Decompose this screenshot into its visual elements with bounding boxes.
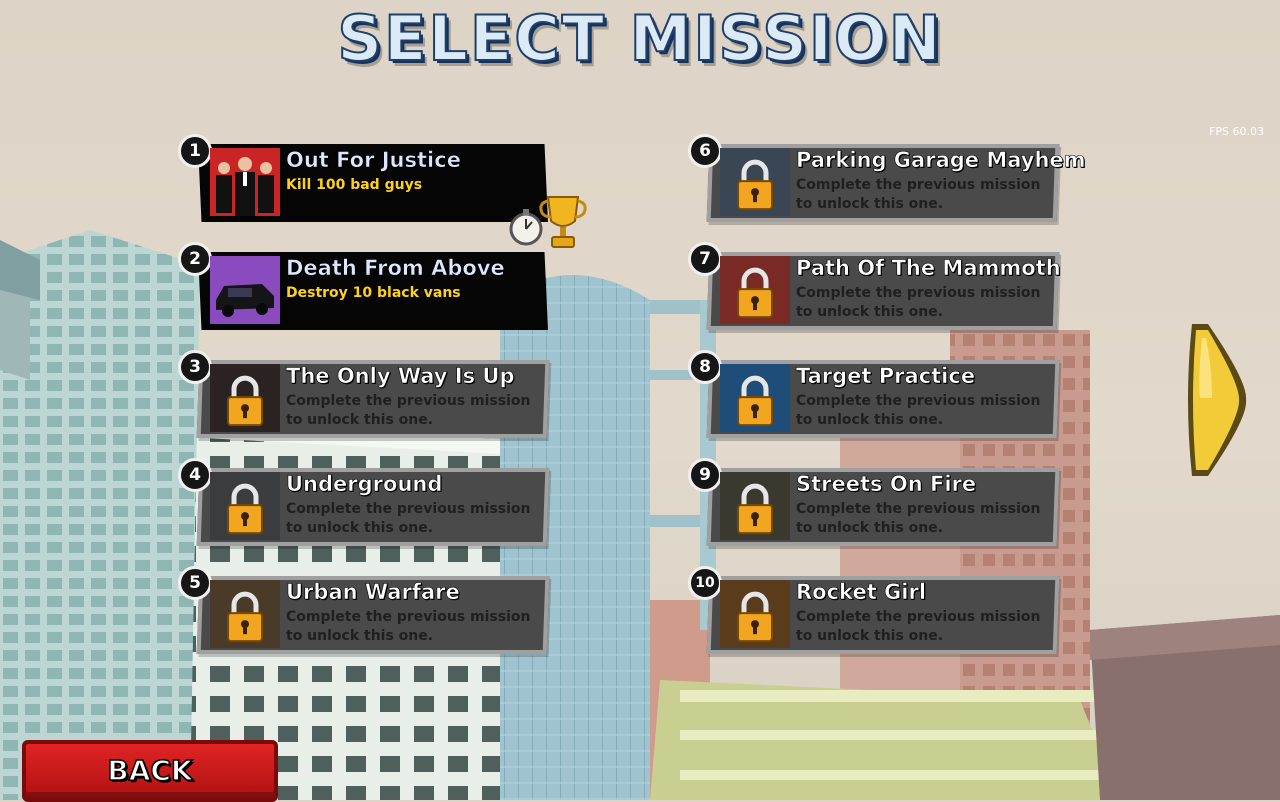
mission-title: Underground — [286, 472, 443, 497]
mission-description: Complete the previous mission to unlock … — [796, 609, 1041, 644]
mission-title: Target Practice — [796, 364, 976, 389]
mission-number-badge: 5 — [178, 566, 212, 600]
mission-thumbnail — [720, 148, 790, 216]
mission-card-2[interactable]: 2 Death From Above Destroy 10 black vans — [178, 242, 568, 332]
mission-description: Complete the previous mission to unlock … — [796, 285, 1041, 320]
mission-thumbnail — [720, 256, 790, 324]
mission-thumbnail — [720, 472, 790, 540]
mission-description: Complete the previous mission to unlock … — [286, 501, 531, 536]
mission-number-badge: 6 — [688, 134, 722, 168]
mission-description: Complete the previous mission to unlock … — [796, 177, 1041, 212]
lock-icon — [737, 591, 773, 643]
mission-card-6[interactable]: 6 Parking Garage Mayhem Complete the pre… — [688, 134, 1086, 224]
mission-thumbnail — [210, 364, 280, 432]
mission-description: Complete the previous mission to unlock … — [796, 501, 1041, 536]
mission-thumbnail — [720, 364, 790, 432]
mission-title: Death From Above — [286, 256, 505, 281]
mission-thumbnail — [210, 256, 280, 324]
mission-title: Rocket Girl — [796, 580, 927, 605]
mission-number-badge: 3 — [178, 350, 212, 384]
mission-thumbnail — [210, 148, 280, 216]
mission-card-7[interactable]: 7 Path Of The Mammoth Complete the previ… — [688, 242, 1078, 332]
next-page-button[interactable] — [1182, 318, 1250, 482]
mission-description: Complete the previous mission to unlock … — [286, 393, 531, 428]
mission-title: Path Of The Mammoth — [796, 256, 1061, 281]
lock-icon — [227, 375, 263, 427]
mission-title: Out For Justice — [286, 148, 462, 173]
mission-title: Parking Garage Mayhem — [796, 148, 1086, 173]
back-button[interactable]: BACK — [22, 740, 278, 802]
mission-card-1[interactable]: 1 Out For Justice Kill 100 bad guys — [178, 134, 587, 248]
mission-description: Complete the previous mission to unlock … — [796, 393, 1041, 428]
mission-description: Destroy 10 black vans — [286, 285, 461, 301]
mission-card-4[interactable]: 4 Underground Complete the previous miss… — [178, 458, 568, 548]
mission-number-badge: 7 — [688, 242, 722, 276]
lock-icon — [737, 375, 773, 427]
back-button-label: BACK — [107, 753, 194, 788]
lock-icon — [737, 483, 773, 535]
mission-title: The Only Way Is Up — [286, 364, 515, 389]
mission-card-3[interactable]: 3 The Only Way Is Up Complete the previo… — [178, 350, 568, 440]
mission-card-9[interactable]: 9 Streets On Fire Complete the previous … — [688, 458, 1078, 548]
mission-number-badge: 10 — [688, 566, 722, 600]
trophy-icon — [539, 196, 587, 248]
mission-card-10[interactable]: 10 Rocket Girl Complete the previous mis… — [688, 566, 1078, 656]
arrow-right-icon — [1188, 324, 1247, 476]
lock-icon — [227, 483, 263, 535]
mission-thumbnail — [720, 580, 790, 648]
lock-icon — [737, 159, 773, 211]
mission-thumbnail — [210, 580, 280, 648]
mission-number-badge: 9 — [688, 458, 722, 492]
mission-card-8[interactable]: 8 Target Practice Complete the previous … — [688, 350, 1078, 440]
mission-thumbnail — [210, 472, 280, 540]
lock-icon — [227, 591, 263, 643]
mission-number-badge: 8 — [688, 350, 722, 384]
fps-counter: FPS 60.03 — [1209, 125, 1264, 138]
mission-title: Urban Warfare — [286, 580, 460, 605]
mission-description: Complete the previous mission to unlock … — [286, 609, 531, 644]
screen-title: SELECT MISSION — [336, 1, 943, 76]
mission-number-badge: 2 — [178, 242, 212, 276]
mission-number-badge: 1 — [178, 134, 212, 168]
mission-title: Streets On Fire — [796, 472, 977, 497]
mission-card-5[interactable]: 5 Urban Warfare Complete the previous mi… — [178, 566, 568, 656]
lock-icon — [737, 267, 773, 319]
mission-number-badge: 4 — [178, 458, 212, 492]
